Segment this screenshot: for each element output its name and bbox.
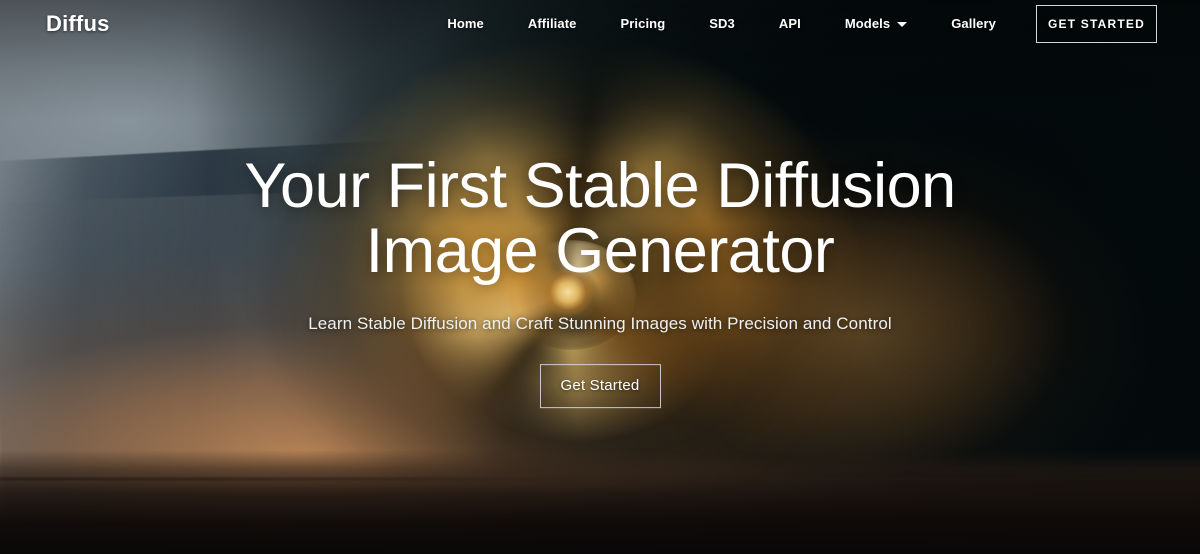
nav-item-label: Pricing bbox=[620, 16, 666, 31]
page-title: Your First Stable Diffusion Image Genera… bbox=[244, 151, 956, 286]
chevron-down-icon bbox=[897, 22, 908, 27]
nav-item-label: API bbox=[778, 16, 801, 31]
hero-cta-wrapper: Get Started bbox=[0, 363, 1200, 408]
site-logo[interactable]: Diffus bbox=[46, 11, 110, 37]
hero-content: Your First Stable Diffusion Image Genera… bbox=[0, 152, 1200, 408]
nav-item-api[interactable]: API bbox=[757, 10, 823, 37]
nav-item-pricing[interactable]: Pricing bbox=[598, 10, 687, 37]
nav-item-label: Gallery bbox=[951, 16, 996, 31]
nav-item-models[interactable]: Models bbox=[823, 10, 929, 37]
site-header: Diffus Home Affiliate Pricing SD3 API Mo… bbox=[0, 0, 1200, 47]
nav-item-gallery[interactable]: Gallery bbox=[929, 10, 1018, 37]
hero-section: Diffus Home Affiliate Pricing SD3 API Mo… bbox=[0, 0, 1200, 554]
get-started-header-button[interactable]: GET STARTED bbox=[1036, 4, 1157, 43]
get-started-hero-button[interactable]: Get Started bbox=[539, 363, 661, 408]
nav-item-sd3[interactable]: SD3 bbox=[687, 10, 757, 37]
nav-item-label: Affiliate bbox=[527, 16, 577, 31]
main-navigation: Home Affiliate Pricing SD3 API Models Ga… bbox=[425, 4, 1200, 43]
nav-item-home[interactable]: Home bbox=[425, 10, 506, 37]
nav-item-label: Home bbox=[447, 16, 484, 31]
hero-subtitle: Learn Stable Diffusion and Craft Stunnin… bbox=[308, 313, 892, 333]
nav-item-label: SD3 bbox=[709, 16, 735, 31]
nav-item-affiliate[interactable]: Affiliate bbox=[506, 10, 599, 37]
nav-item-label: Models bbox=[844, 16, 891, 31]
ground-layer bbox=[0, 450, 1200, 554]
